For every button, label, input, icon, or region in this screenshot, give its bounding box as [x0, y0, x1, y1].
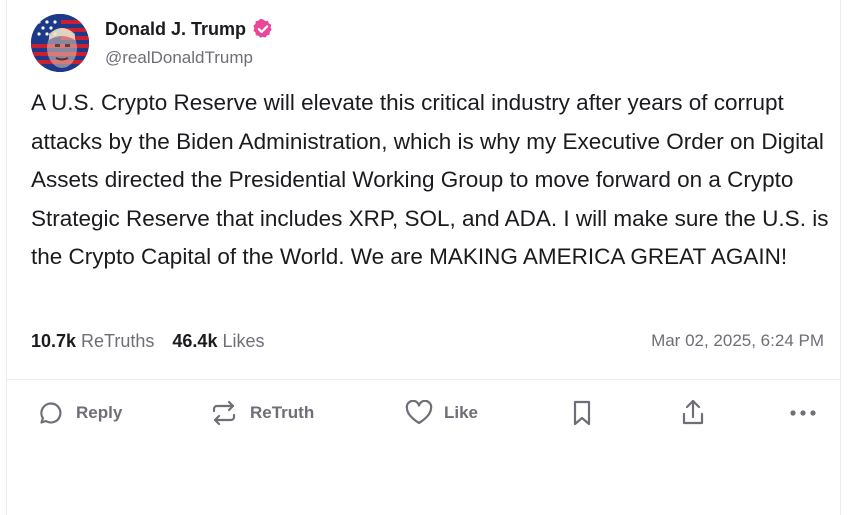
post-card: Donald J. Trump @realDonaldTrump A U.S. …: [6, 0, 841, 515]
post-timestamp[interactable]: Mar 02, 2025, 6:24 PM: [651, 331, 824, 351]
bookmark-button[interactable]: [570, 392, 594, 434]
display-name[interactable]: Donald J. Trump: [105, 19, 246, 40]
more-options-button[interactable]: [789, 392, 817, 434]
retruths-stat[interactable]: 10.7k ReTruths: [31, 331, 154, 352]
like-button[interactable]: Like: [404, 392, 478, 434]
retruth-icon: [210, 400, 238, 426]
more-icon: [789, 409, 817, 417]
divider: [7, 379, 840, 380]
like-label: Like: [444, 403, 479, 422]
post-header: Donald J. Trump @realDonaldTrump: [31, 14, 274, 72]
action-bar: Reply ReTruth Like: [7, 392, 840, 434]
avatar[interactable]: [31, 14, 89, 72]
bookmark-icon: [570, 399, 594, 427]
author-info: Donald J. Trump @realDonaldTrump: [105, 14, 274, 68]
share-icon: [680, 398, 706, 428]
retruths-label: ReTruths: [81, 330, 155, 351]
name-row: Donald J. Trump: [105, 17, 274, 41]
likes-count: 46.4k: [172, 330, 218, 351]
likes-stat[interactable]: 46.4k Likes: [172, 331, 264, 352]
likes-label: Likes: [222, 330, 265, 351]
post-stats: 10.7k ReTruths 46.4k Likes Mar 02, 2025, 6…: [31, 328, 824, 354]
reply-label: Reply: [76, 403, 123, 422]
retruth-label: ReTruth: [250, 403, 315, 422]
retruths-count: 10.7k: [31, 330, 77, 351]
like-icon: [404, 400, 434, 426]
post-text: A U.S. Crypto Reserve will elevate this …: [31, 90, 829, 269]
reply-icon: [38, 400, 64, 426]
user-handle[interactable]: @realDonaldTrump: [105, 48, 274, 68]
share-button[interactable]: [680, 392, 706, 434]
retruth-button[interactable]: ReTruth: [210, 392, 314, 434]
reply-button[interactable]: Reply: [38, 392, 122, 434]
verified-badge-icon: [252, 18, 274, 40]
